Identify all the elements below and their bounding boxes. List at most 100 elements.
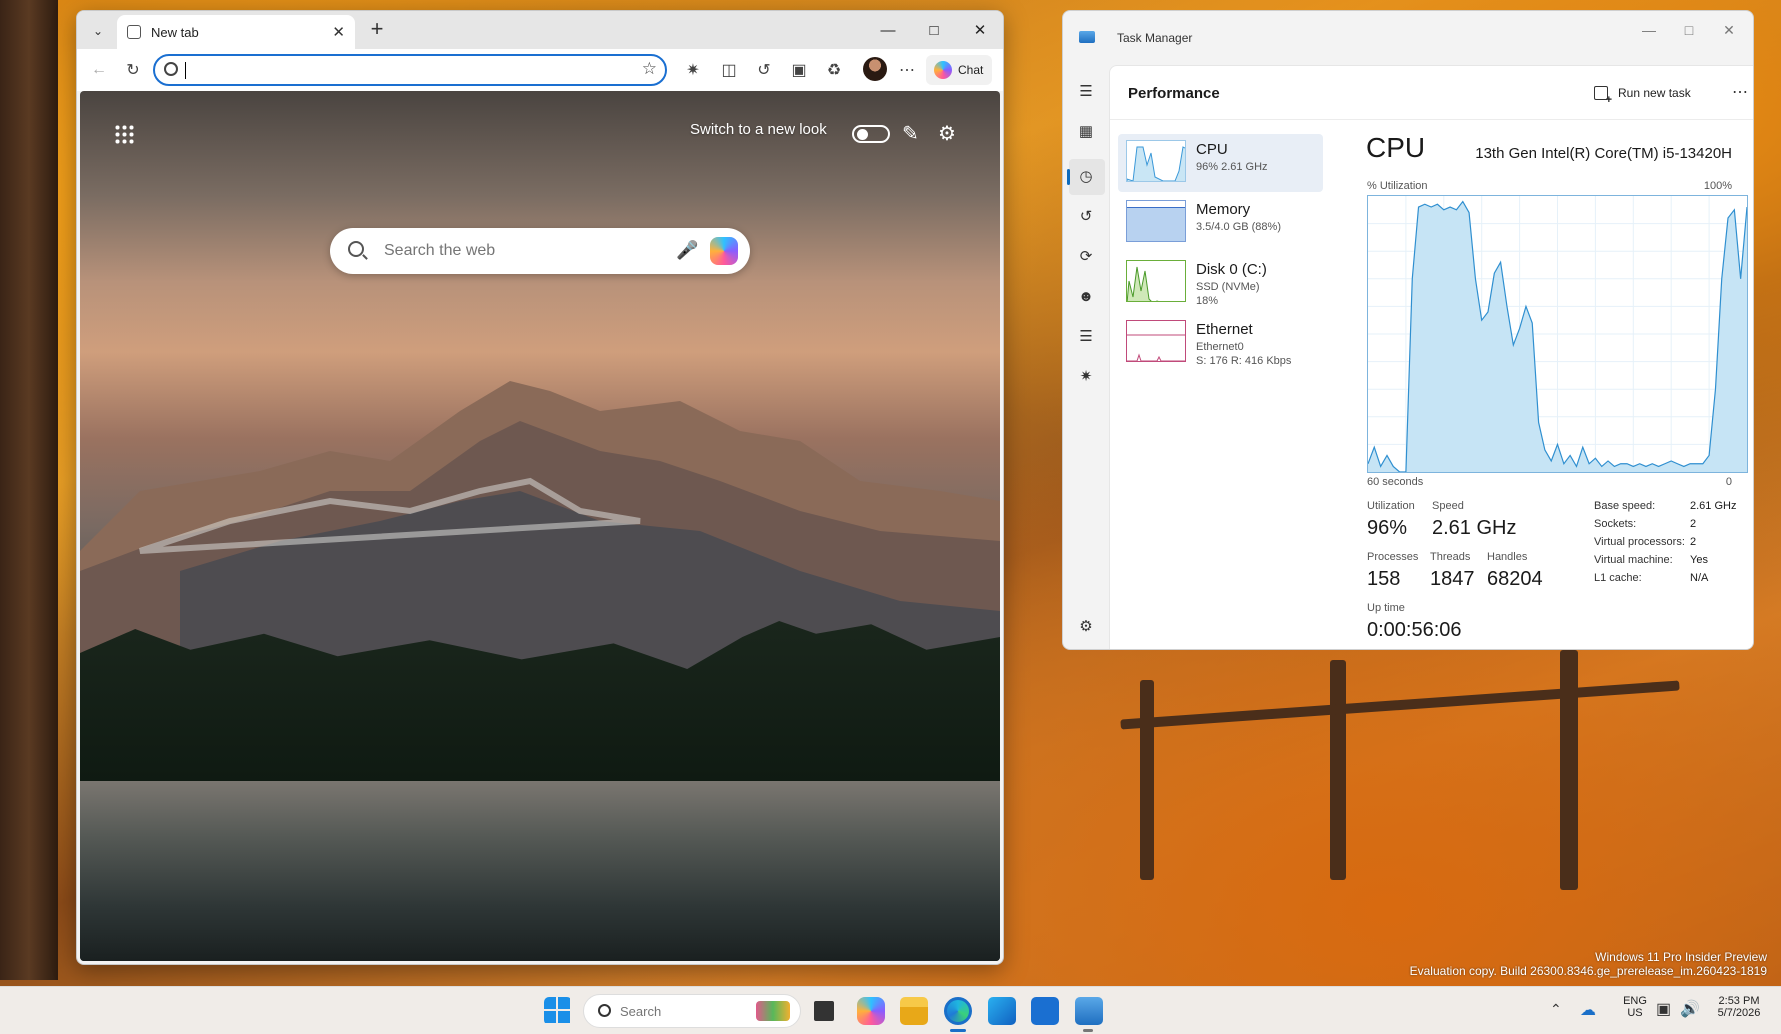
more-options-icon[interactable]: ⋯ [895,58,919,82]
resource-item-cpu[interactable]: CPU 96% 2.61 GHz [1118,134,1323,192]
spec-label: Base speed: [1594,500,1656,512]
clock[interactable]: 2:53 PM 5/7/2026 [1704,995,1774,1019]
tm-nav-rail: ☰ ▦ ◷ ↺ ⟳ ☻ ☰ ✷ ⚙ [1063,65,1109,649]
chat-label: Chat [958,63,984,77]
spec-value: 2 [1690,518,1697,530]
cpu-model-name: 13th Gen Intel(R) Core(TM) i5-13420H [1475,145,1732,162]
performance-icon[interactable]: ◷ [1075,166,1097,188]
watermark-line2: Evaluation copy. Build 26300.8346.ge_pre… [1409,964,1767,978]
maximize-icon[interactable]: □ [1669,17,1709,43]
x-axis-end-label: 0 [1725,476,1732,488]
threads-label: Threads [1430,551,1471,563]
apps-grid-icon[interactable] [114,124,134,144]
settings-gear-icon[interactable]: ⚙ [1075,616,1097,638]
close-tab-icon[interactable]: ✕ [332,23,345,41]
profile-avatar[interactable] [863,57,887,81]
resource-item-ethernet[interactable]: Ethernet Ethernet0 S: 176 R: 416 Kbps [1118,314,1323,372]
refresh-icon[interactable]: ↻ [121,58,145,82]
tab-actions-chevron-icon[interactable]: ⌄ [85,19,111,43]
close-window-icon[interactable]: ✕ [957,11,1003,49]
details-list-icon[interactable]: ☰ [1075,326,1097,348]
startup-apps-icon[interactable]: ⟳ [1075,246,1097,268]
utilization-max-label: 100% [1703,180,1732,192]
start-windows-icon[interactable] [544,997,572,1025]
tab-title: New tab [151,24,199,40]
volume-icon[interactable]: 🔊 [1680,999,1700,1019]
spec-value: 2 [1690,536,1697,548]
more-options-icon[interactable]: ⋯ [1732,82,1748,102]
desktop-watermark: Windows 11 Pro Insider Preview Evaluatio… [1410,950,1767,978]
task-manager-window: Task Manager — □ ✕ ☰ ▦ ◷ ↺ ⟳ ☻ ☰ ✷ ⚙ Per… [1062,10,1754,650]
taskbar-search[interactable] [583,994,801,1028]
address-input[interactable] [189,59,609,81]
web-search-input[interactable] [384,240,654,262]
extensions-icon[interactable]: ✷ [681,58,705,82]
search-icon [598,1004,611,1017]
spec-value: 2.61 GHz [1690,500,1737,512]
wallpaper-fence [1120,680,1680,730]
resource-item-memory[interactable]: Memory 3.5/4.0 GB (88%) [1118,194,1323,252]
edge-browser-icon[interactable] [944,997,972,1025]
tab-new-tab[interactable]: New tab ✕ [117,15,355,49]
resource-item-disk[interactable]: Disk 0 (C:) SSD (NVMe) 18% [1118,254,1323,312]
copilot-icon[interactable] [857,997,885,1025]
new-tab-plus-icon[interactable]: + [363,17,391,43]
uptime-label: Up time [1367,602,1405,614]
collections-icon[interactable]: ♻ [822,58,846,82]
taskbar: ⌃ ☁ ENG US ▣ 🔊 2:53 PM 5/7/2026 [0,986,1781,1034]
file-explorer-icon[interactable] [900,997,928,1025]
services-icon[interactable]: ✷ [1075,366,1097,388]
edge-active-indicator [950,1029,966,1032]
clock-date: 5/7/2026 [1717,1007,1761,1019]
minimize-icon[interactable]: — [865,11,911,49]
maximize-icon[interactable]: □ [911,11,957,49]
hamburger-menu-icon[interactable]: ☰ [1075,81,1097,103]
search-icon [164,62,178,76]
task-manager-active-indicator [1083,1029,1093,1032]
resource-name: Memory [1196,201,1251,218]
store-icon[interactable] [1031,997,1059,1025]
threads-value: 1847 [1430,568,1475,590]
run-new-task-button[interactable]: Run new task [1594,80,1691,106]
users-icon[interactable]: ☻ [1075,286,1097,308]
language-indicator[interactable]: ENG US [1618,995,1652,1019]
edit-pencil-icon[interactable]: ✎ [902,121,919,146]
resource-detail-2: S: 176 R: 416 Kbps [1196,355,1292,367]
task-manager-icon[interactable] [1075,997,1103,1025]
minimize-icon[interactable]: — [1629,17,1669,43]
app-history-icon[interactable]: ↺ [1075,206,1097,228]
microphone-icon[interactable]: 🎤 [676,240,698,261]
wallpaper-fence [1140,680,1154,880]
outlook-icon[interactable] [988,997,1016,1025]
network-icon[interactable]: ▣ [1656,999,1671,1019]
lang-line2: US [1627,1007,1643,1019]
lake [80,781,1000,961]
history-icon[interactable]: ↺ [752,58,776,82]
taskbar-search-input[interactable] [620,1002,730,1020]
screenshot-icon[interactable]: ▣ [787,58,811,82]
tray-overflow-chevron-icon[interactable]: ⌃ [1550,1001,1562,1018]
back-arrow-icon[interactable]: ← [87,58,111,82]
split-screen-icon[interactable]: ◫ [717,58,741,82]
handles-label: Handles [1487,551,1528,563]
tab-strip: ⌄ New tab ✕ + — □ ✕ [77,11,1003,49]
close-window-icon[interactable]: ✕ [1709,17,1749,43]
processes-icon[interactable]: ▦ [1075,121,1097,143]
web-search-box[interactable]: 🎤 [330,228,750,274]
wallpaper-fence [1330,660,1346,880]
wallpaper-fence [1560,650,1578,890]
search-icon [348,241,364,257]
onedrive-icon[interactable]: ☁ [1580,1000,1596,1020]
favorite-star-icon[interactable]: ☆ [642,59,657,79]
tm-titlebar: Task Manager — □ ✕ [1063,11,1753,65]
address-bar[interactable]: ☆ [153,54,667,86]
task-view-icon[interactable] [814,1001,834,1021]
search-highlight-icon [756,1001,790,1021]
resource-detail-2: 18% [1196,295,1219,307]
copilot-icon[interactable] [710,237,738,265]
page-title: Performance [1128,85,1220,102]
task-manager-app-icon [1079,31,1095,43]
chat-button[interactable]: Chat [926,55,992,85]
settings-gear-icon[interactable]: ⚙ [938,121,956,146]
new-look-toggle[interactable] [852,125,890,143]
